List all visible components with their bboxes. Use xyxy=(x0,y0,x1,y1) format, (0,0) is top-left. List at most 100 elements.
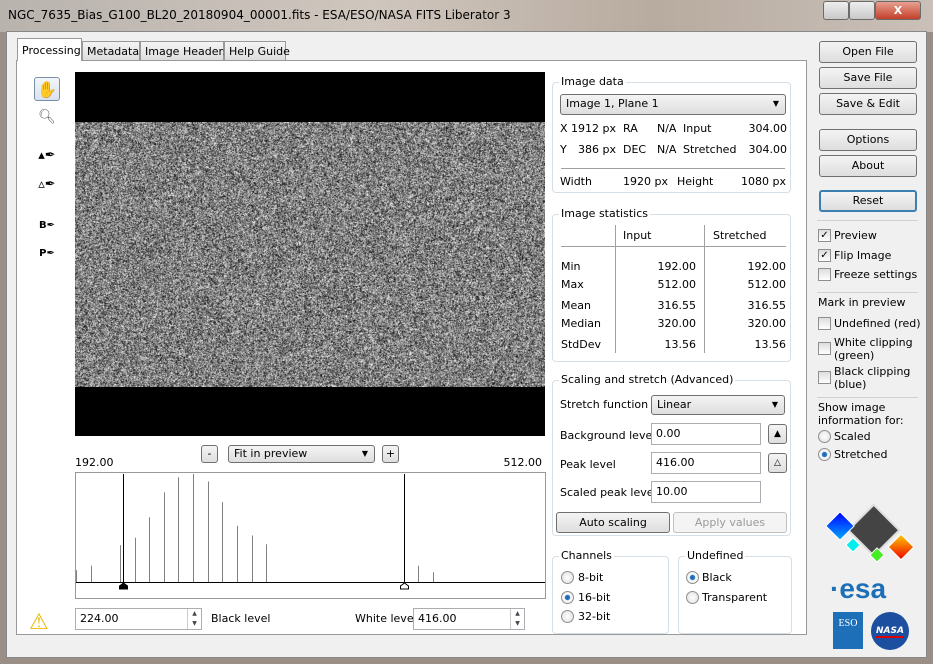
tab-metadata[interactable]: Metadata xyxy=(82,41,140,61)
image-preview[interactable] xyxy=(75,72,545,436)
stat-input-value: 192.00 xyxy=(620,260,696,273)
tab-processing[interactable]: Processing xyxy=(17,38,82,61)
stretch-function-select[interactable]: Linear ▼ xyxy=(651,395,785,415)
ra-value: N/A xyxy=(657,122,676,135)
tab-image-headers[interactable]: Image Headers xyxy=(140,41,224,61)
image-statistics-title: Image statistics xyxy=(559,207,650,220)
stat-label: Min xyxy=(561,260,581,273)
white-point-picker-icon: ▵✒ xyxy=(38,177,55,192)
scaled-radio[interactable] xyxy=(818,430,831,443)
preview-label: Preview xyxy=(834,229,877,242)
reset-button[interactable]: Reset xyxy=(819,190,917,212)
zoom-out-button[interactable]: - xyxy=(201,445,218,463)
white-level-spinner[interactable]: ▲ ▼ xyxy=(510,609,524,629)
peak-picker-button[interactable]: △ xyxy=(768,453,787,473)
undefined-red-checkbox[interactable] xyxy=(818,317,831,330)
background-picker-icon: B✒ xyxy=(39,220,55,231)
channel-radio[interactable] xyxy=(561,610,574,623)
minimize-button[interactable] xyxy=(823,1,849,20)
freeze-settings-checkbox[interactable] xyxy=(818,268,831,281)
background-picker-button[interactable]: ▲ xyxy=(768,424,787,444)
preview-checkbox[interactable]: ✓ xyxy=(818,229,831,242)
stretched-value: 304.00 xyxy=(730,143,787,156)
stretched-radio[interactable] xyxy=(818,448,831,461)
save-file-button[interactable]: Save File xyxy=(819,67,917,89)
dec-label: DEC xyxy=(623,143,646,156)
x-value: 1912 px xyxy=(570,122,616,135)
background-tool-button[interactable]: B✒ xyxy=(34,213,60,237)
background-level-input[interactable]: 0.00 xyxy=(651,423,761,445)
undefined-radio[interactable] xyxy=(686,571,699,584)
black-level-spinner[interactable]: ▲ ▼ xyxy=(187,609,201,629)
stat-input-value: 13.56 xyxy=(620,338,696,351)
mark-in-preview-label: Mark in preview xyxy=(818,296,906,309)
plane-value: Image 1, Plane 1 xyxy=(566,97,659,110)
ra-label: RA xyxy=(623,122,638,135)
save-and-edit-button[interactable]: Save & Edit xyxy=(819,93,917,115)
hand-icon: ✋ xyxy=(37,80,57,99)
options-button[interactable]: Options xyxy=(819,129,917,151)
stat-input-value: 320.00 xyxy=(620,317,696,330)
divider xyxy=(561,246,786,247)
chevron-down-icon: ▼ xyxy=(362,446,368,462)
stat-stretched-value: 192.00 xyxy=(710,260,786,273)
preview-image xyxy=(75,122,545,387)
zoom-tool-button[interactable]: 🔍︎ xyxy=(34,105,60,129)
flip-image-checkbox[interactable]: ✓ xyxy=(818,249,831,262)
undefined-radio[interactable] xyxy=(686,591,699,604)
black-level-label: Black level xyxy=(211,612,270,625)
hand-tool-button[interactable]: ✋ xyxy=(34,77,60,101)
close-button[interactable]: X xyxy=(875,1,921,20)
input-value: 304.00 xyxy=(730,122,787,135)
undefined-red-label: Undefined (red) xyxy=(834,317,921,330)
plane-select[interactable]: Image 1, Plane 1 ▼ xyxy=(560,94,786,115)
background-level-label: Background level xyxy=(560,429,655,442)
black-level-input[interactable]: 224.00 ▲ ▼ xyxy=(75,608,202,630)
x-label: X xyxy=(560,122,568,135)
peak-level-label: Peak level xyxy=(560,458,616,471)
histogram[interactable] xyxy=(75,472,546,599)
scaled-peak-level-label: Scaled peak level xyxy=(560,486,657,499)
tab-help-guide[interactable]: Help Guide xyxy=(224,41,286,61)
about-button[interactable]: About xyxy=(819,155,917,177)
histogram-min-label: 192.00 xyxy=(75,456,114,469)
black-triangle-icon: ▲ xyxy=(774,429,781,439)
width-label: Width xyxy=(560,175,592,188)
black-clipping-label: Black clipping (blue) xyxy=(834,365,910,391)
zoom-select[interactable]: Fit in preview ▼ xyxy=(228,445,375,463)
channel-radio[interactable] xyxy=(561,571,574,584)
histogram-max-label: 512.00 xyxy=(480,456,542,469)
y-value: 386 px xyxy=(570,143,616,156)
black-point-tool-button[interactable]: ▴✒ xyxy=(34,143,60,167)
stat-label: StdDev xyxy=(561,338,601,351)
divider xyxy=(817,292,918,293)
stat-stretched-value: 512.00 xyxy=(710,278,786,291)
scaled-peak-level-input[interactable]: 10.00 xyxy=(651,481,761,503)
y-label: Y xyxy=(560,143,567,156)
histogram-frame xyxy=(76,473,546,599)
white-level-input[interactable]: 416.00 ▲ ▼ xyxy=(413,608,525,630)
white-point-tool-button[interactable]: ▵✒ xyxy=(34,172,60,196)
stretched-label: Stretched xyxy=(683,143,736,156)
maximize-button[interactable] xyxy=(849,1,875,20)
warning-icon: ⚠ xyxy=(29,612,49,634)
open-file-button[interactable]: Open File xyxy=(819,41,917,63)
zoom-in-button[interactable]: + xyxy=(382,445,399,463)
peak-level-input[interactable]: 416.00 xyxy=(651,452,761,474)
col-stretched-header: Stretched xyxy=(713,229,766,242)
channel-radio[interactable] xyxy=(561,591,574,604)
divider xyxy=(561,168,785,169)
chevron-down-icon: ▼ xyxy=(773,95,779,113)
stat-stretched-value: 316.55 xyxy=(710,299,786,312)
stretch-function-value: Linear xyxy=(657,398,691,411)
fits-liberator-logo xyxy=(822,500,918,570)
divider xyxy=(615,225,616,353)
white-clipping-checkbox[interactable] xyxy=(818,342,831,355)
chevron-down-icon: ▼ xyxy=(772,396,778,414)
channels-title: Channels xyxy=(559,549,614,562)
eso-logo: ESO xyxy=(833,612,863,649)
auto-scaling-button[interactable]: Auto scaling xyxy=(556,512,670,533)
black-clipping-checkbox[interactable] xyxy=(818,371,831,384)
peak-tool-button[interactable]: P✒ xyxy=(34,241,60,265)
apply-values-button[interactable]: Apply values xyxy=(673,512,787,533)
